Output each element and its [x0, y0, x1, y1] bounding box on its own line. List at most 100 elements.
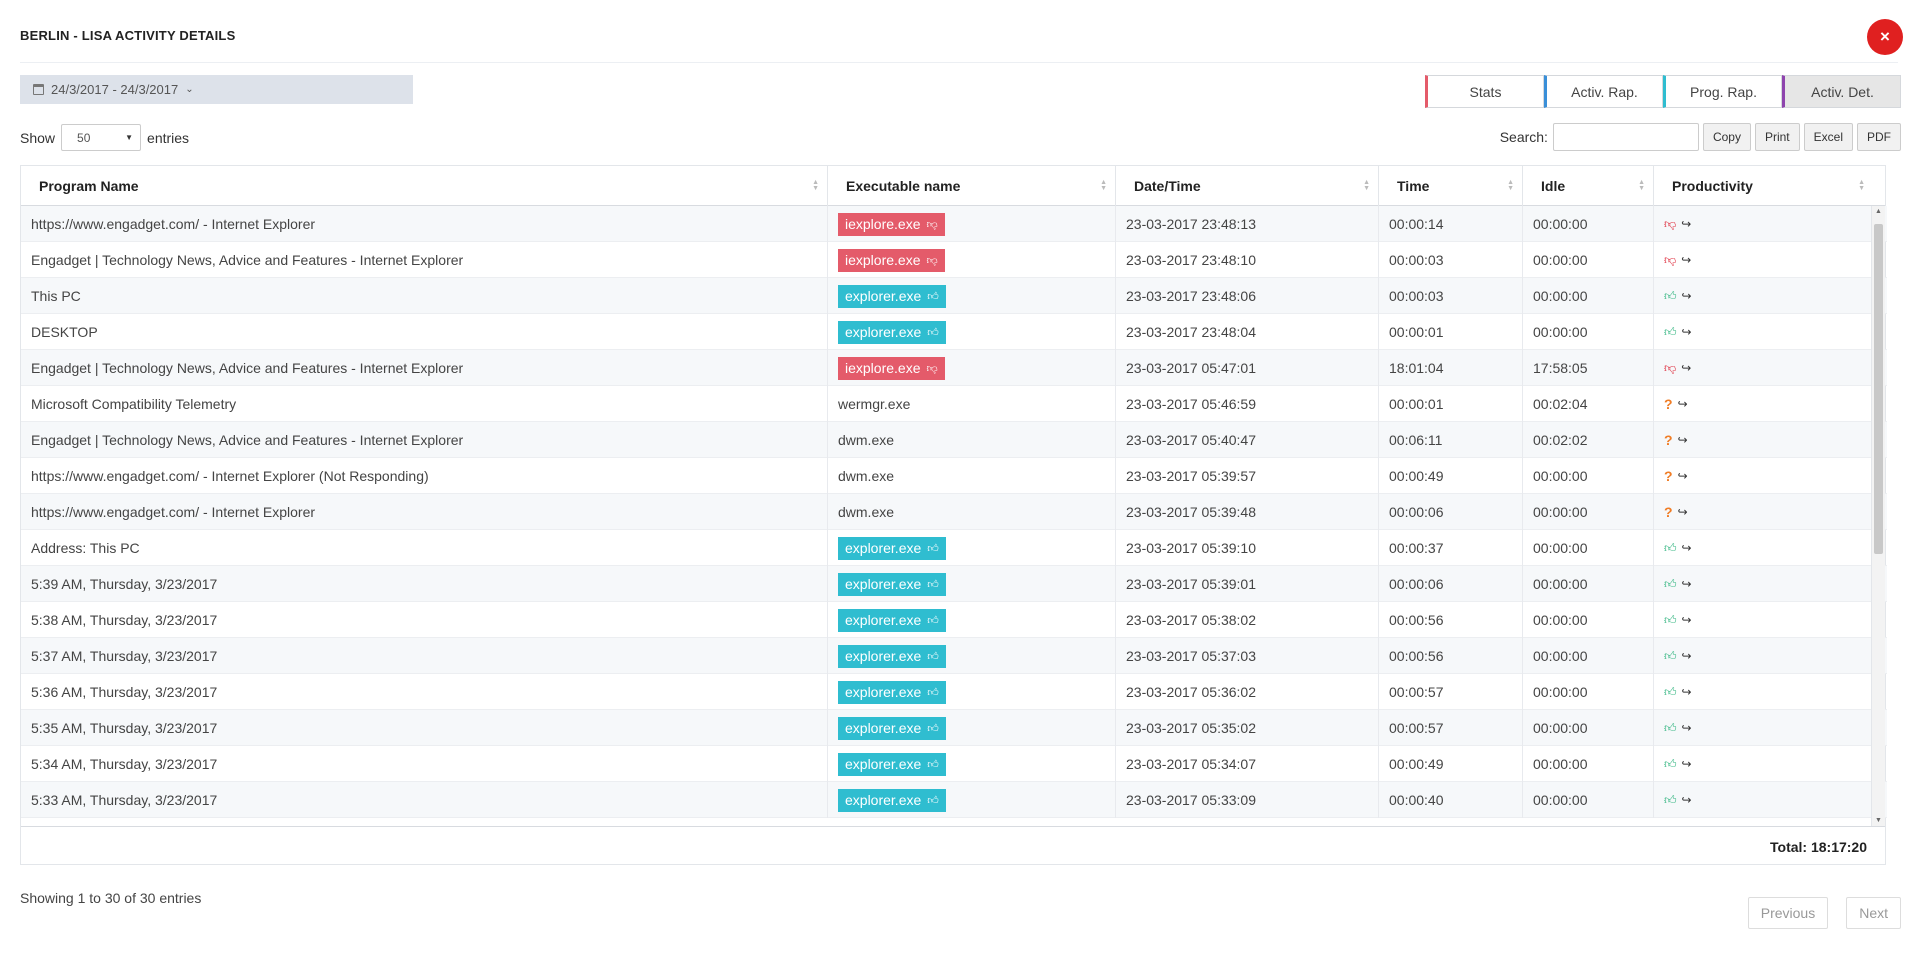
productivity-cell: ? ↪: [1654, 494, 1887, 530]
search-input[interactable]: [1552, 123, 1699, 151]
executable-badge[interactable]: iexplore.exe 👎︎: [838, 212, 945, 236]
executable-name: explorer.exe: [845, 720, 922, 736]
scroll-up-icon[interactable]: ▲: [1875, 208, 1882, 215]
executable-cell: iexplore.exe 👎︎: [828, 350, 1116, 386]
share-icon[interactable]: ↪: [1678, 397, 1688, 411]
executable-badge[interactable]: iexplore.exe 👎︎: [838, 248, 945, 272]
report-tab-activ-rap[interactable]: Activ. Rap.: [1544, 75, 1663, 108]
share-icon[interactable]: ↪: [1682, 649, 1692, 663]
share-icon[interactable]: ↪: [1682, 793, 1692, 807]
table-row: Engadget | Technology News, Advice and F…: [21, 350, 1887, 386]
productive-icon[interactable]: 👍︎: [1664, 325, 1677, 340]
executable-badge[interactable]: explorer.exe 👍︎: [838, 644, 946, 668]
datetime-cell: 23-03-2017 05:38:02: [1116, 602, 1379, 638]
executable-badge[interactable]: iexplore.exe 👎︎: [838, 356, 945, 380]
productive-icon[interactable]: 👍︎: [1664, 289, 1677, 304]
productivity-icons: 👍︎ ↪: [1664, 649, 1692, 664]
executable-badge[interactable]: explorer.exe 👍︎: [838, 716, 946, 740]
next-page-button[interactable]: Next: [1846, 897, 1901, 929]
share-icon[interactable]: ↪: [1681, 253, 1691, 267]
scroll-thumb[interactable]: [1874, 224, 1883, 554]
sort-icon: ▲ ▼: [1100, 179, 1107, 192]
productivity-icons: 👍︎ ↪: [1664, 289, 1692, 304]
column-header-productivity[interactable]: Productivity ▲ ▼: [1654, 166, 1873, 206]
executable-badge[interactable]: explorer.exe 👍︎: [838, 788, 946, 812]
productive-icon[interactable]: 👍︎: [1664, 649, 1677, 664]
question-icon[interactable]: ?: [1664, 432, 1673, 448]
question-icon[interactable]: ?: [1664, 396, 1673, 412]
productivity-icons: 👍︎ ↪: [1664, 613, 1692, 628]
entries-select[interactable]: 50 ▼: [61, 124, 142, 151]
productive-icon[interactable]: 👍︎: [1664, 757, 1677, 772]
pagination: Previous Next: [1747, 897, 1901, 929]
share-icon[interactable]: ↪: [1682, 289, 1692, 303]
excel-button[interactable]: Excel: [1803, 123, 1853, 151]
productive-icon[interactable]: 👍︎: [1664, 613, 1677, 628]
share-icon[interactable]: ↪: [1682, 577, 1692, 591]
executable-badge[interactable]: explorer.exe 👍︎: [838, 320, 946, 344]
executable-badge[interactable]: explorer.exe 👍︎: [838, 752, 946, 776]
thumbs-up-icon: 👍︎: [927, 722, 939, 735]
table-body: https://www.engadget.com/ - Internet Exp…: [21, 206, 1887, 826]
productive-icon[interactable]: 👍︎: [1664, 721, 1677, 736]
share-icon[interactable]: ↪: [1682, 325, 1692, 339]
table-row: 5:34 AM, Thursday, 3/23/2017 explorer.exe…: [21, 746, 1887, 782]
length-suffix: entries: [147, 129, 190, 146]
executable-cell: explorer.exe 👍︎: [828, 674, 1116, 710]
unproductive-icon[interactable]: 👎︎: [1664, 253, 1676, 268]
column-header-executable-name[interactable]: Executable name ▲ ▼: [828, 166, 1116, 206]
share-icon[interactable]: ↪: [1682, 757, 1692, 771]
time-cell: 00:00:06: [1379, 566, 1523, 602]
share-icon[interactable]: ↪: [1678, 469, 1688, 483]
time-cell: 00:00:56: [1379, 602, 1523, 638]
share-icon[interactable]: ↪: [1682, 685, 1692, 699]
share-icon[interactable]: ↪: [1682, 613, 1692, 627]
pdf-button[interactable]: PDF: [1857, 123, 1901, 151]
share-icon[interactable]: ↪: [1678, 505, 1688, 519]
productivity-cell: 👍︎ ↪: [1654, 782, 1887, 818]
productive-icon[interactable]: 👍︎: [1664, 685, 1677, 700]
thumbs-up-icon: 👍︎: [927, 326, 939, 339]
column-header-time[interactable]: Time ▲ ▼: [1379, 166, 1523, 206]
thumbs-down-icon: 👎︎: [926, 254, 938, 267]
sort-icon: ▲ ▼: [812, 179, 819, 192]
thumbs-up-icon: 👍︎: [927, 614, 939, 627]
report-tab-stats[interactable]: Stats: [1425, 75, 1544, 108]
share-icon[interactable]: ↪: [1681, 361, 1691, 375]
executable-name: iexplore.exe: [845, 360, 921, 376]
unproductive-icon[interactable]: 👎︎: [1664, 217, 1676, 232]
idle-cell: 00:00:00: [1523, 710, 1654, 746]
question-icon[interactable]: ?: [1664, 504, 1673, 520]
report-tab-prog-rap[interactable]: Prog. Rap.: [1663, 75, 1782, 108]
date-range-value: 24/3/2017 - 24/3/2017: [51, 82, 179, 97]
date-range-picker[interactable]: 24/3/2017 - 24/3/2017 ⌄: [20, 75, 413, 104]
productive-icon[interactable]: 👍︎: [1664, 541, 1677, 556]
column-header-date-time[interactable]: Date/Time ▲ ▼: [1116, 166, 1379, 206]
print-button[interactable]: Print: [1754, 123, 1800, 151]
share-icon[interactable]: ↪: [1681, 217, 1691, 231]
executable-badge[interactable]: explorer.exe 👍︎: [838, 680, 946, 704]
copy-button[interactable]: Copy: [1702, 123, 1751, 151]
column-header-idle[interactable]: Idle ▲ ▼: [1523, 166, 1654, 206]
productive-icon[interactable]: 👍︎: [1664, 577, 1677, 592]
table-row: 5:36 AM, Thursday, 3/23/2017 explorer.exe…: [21, 674, 1887, 710]
scroll-down-icon[interactable]: ▼: [1875, 817, 1882, 824]
executable-cell: iexplore.exe 👎︎: [828, 206, 1116, 242]
column-header-label: Date/Time: [1134, 178, 1201, 194]
question-icon[interactable]: ?: [1664, 468, 1673, 484]
executable-badge[interactable]: explorer.exe 👍︎: [838, 536, 946, 560]
table-scrollbar[interactable]: ▲ ▼: [1871, 206, 1885, 826]
previous-page-button[interactable]: Previous: [1747, 897, 1829, 929]
productive-icon[interactable]: 👍︎: [1664, 793, 1677, 808]
report-tab-activ-det[interactable]: Activ. Det.: [1782, 75, 1901, 108]
share-icon[interactable]: ↪: [1682, 721, 1692, 735]
executable-badge[interactable]: explorer.exe 👍︎: [838, 608, 946, 632]
column-header-program-name[interactable]: Program Name ▲ ▼: [21, 166, 828, 206]
share-icon[interactable]: ↪: [1682, 541, 1692, 555]
share-icon[interactable]: ↪: [1678, 433, 1688, 447]
executable-badge[interactable]: explorer.exe 👍︎: [838, 572, 946, 596]
unproductive-icon[interactable]: 👎︎: [1664, 361, 1676, 376]
executable-badge[interactable]: explorer.exe 👍︎: [838, 284, 946, 308]
sort-icon: ▲ ▼: [1507, 179, 1514, 192]
close-button[interactable]: ×: [1867, 19, 1903, 55]
